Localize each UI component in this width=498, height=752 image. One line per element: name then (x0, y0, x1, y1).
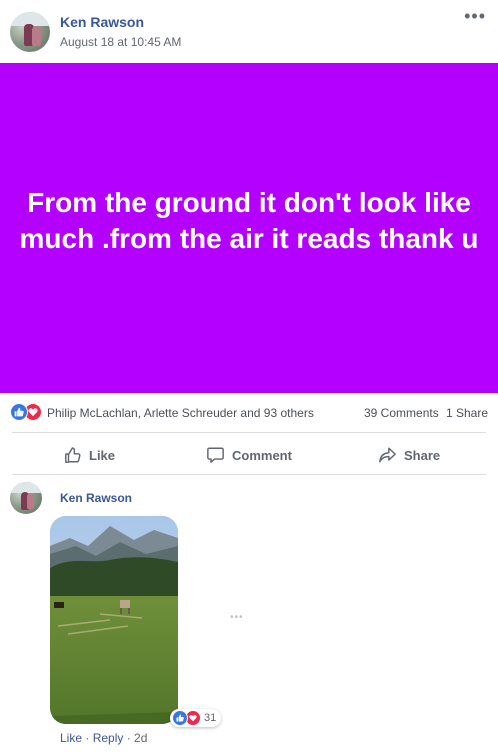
separator-dot: · (82, 731, 93, 745)
like-reaction-icon (172, 710, 188, 726)
comment-like-link[interactable]: Like (60, 731, 82, 745)
post-author-name[interactable]: Ken Rawson (60, 14, 144, 30)
reactions-divider (12, 432, 486, 433)
actions-divider (12, 474, 486, 475)
author-avatar[interactable] (10, 12, 50, 52)
comment-age[interactable]: 2d (134, 731, 147, 745)
comment-author-name[interactable]: Ken Rawson (60, 491, 132, 505)
like-button-label: Like (89, 447, 116, 463)
comment-reactions-badge[interactable]: 31 (170, 709, 222, 727)
field-photo-image (50, 516, 178, 724)
comments-count[interactable]: 39 Comments (364, 406, 439, 420)
share-button-label: Share (404, 447, 441, 463)
comment-reaction-count: 31 (204, 712, 217, 724)
comment-options-icon[interactable]: ••• (230, 612, 244, 623)
separator-dot: · (123, 731, 135, 745)
reaction-icons[interactable] (10, 403, 46, 421)
share-arrow-icon (379, 447, 396, 463)
shares-count[interactable]: 1 Share (446, 406, 488, 420)
comment-button-label: Comment (232, 447, 292, 463)
comment-photo[interactable] (50, 516, 178, 724)
reactors-summary[interactable]: Philip McLachlan, Arlette Schreuder and … (47, 406, 314, 420)
post-text: From the ground it don't look like much … (19, 187, 479, 254)
post-options-icon[interactable]: ••• (464, 6, 486, 27)
comment-bubble-icon (207, 447, 224, 463)
post-background: From the ground it don't look like much … (0, 63, 498, 393)
thumbs-up-icon (65, 447, 81, 463)
comment-button[interactable]: Comment (206, 444, 292, 466)
share-button[interactable]: Share (378, 444, 440, 466)
commenter-avatar[interactable] (10, 482, 42, 514)
like-reaction-icon (10, 403, 28, 421)
like-button[interactable]: Like (64, 444, 115, 466)
comment-actions: Like · Reply · 2d (60, 731, 147, 745)
post-timestamp[interactable]: August 18 at 10:45 AM (60, 35, 181, 49)
comment-reply-link[interactable]: Reply (93, 731, 124, 745)
